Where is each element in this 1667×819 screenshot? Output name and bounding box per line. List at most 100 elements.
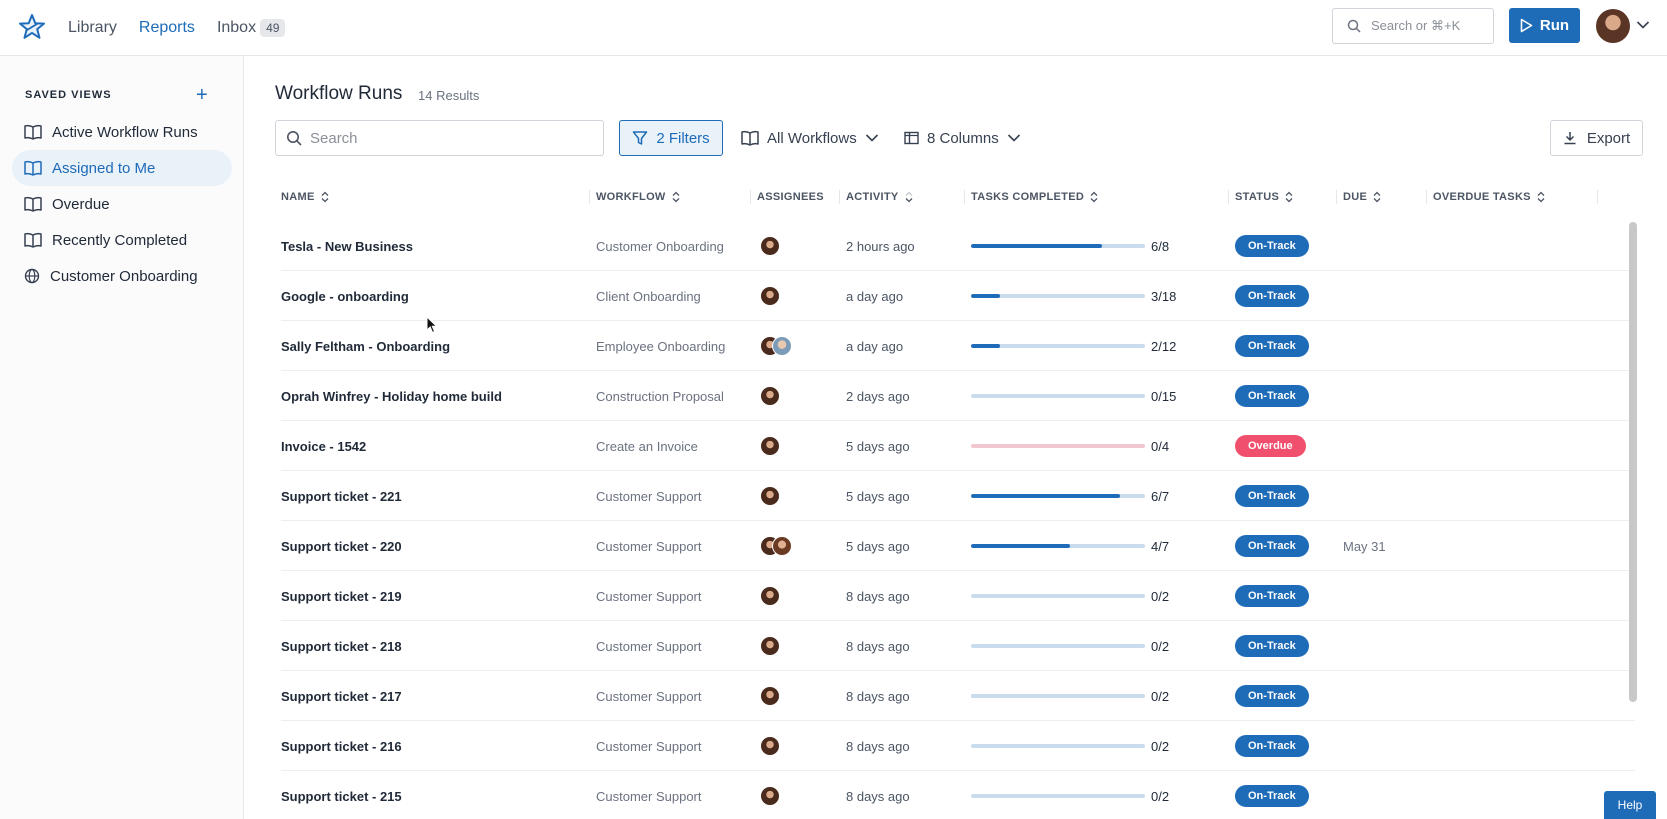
row-tasks-count: 0/2 xyxy=(1151,738,1170,754)
sidebar-item-recently-completed[interactable]: Recently Completed xyxy=(12,222,232,258)
row-progress xyxy=(971,571,1145,621)
table-row[interactable]: Support ticket - 221 Customer Support 5 da… xyxy=(281,471,1635,521)
search-input[interactable] xyxy=(310,129,590,147)
column-separator xyxy=(1336,190,1337,204)
row-assignees xyxy=(760,421,780,471)
filters-button[interactable]: 2 Filters xyxy=(619,120,723,156)
user-avatar[interactable] xyxy=(1596,9,1630,43)
add-view-icon[interactable]: + xyxy=(196,85,208,105)
row-assignees xyxy=(760,271,780,321)
row-tasks-count: 0/4 xyxy=(1151,438,1170,454)
search-field[interactable] xyxy=(275,120,604,156)
book-icon xyxy=(24,124,42,140)
global-search[interactable]: Search or ⌘+K xyxy=(1332,8,1494,44)
avatar xyxy=(760,486,780,506)
nav-inbox[interactable]: Inbox 49 xyxy=(217,19,286,37)
row-workflow: Client Onboarding xyxy=(596,288,701,304)
row-workflow: Customer Support xyxy=(596,488,702,504)
row-assignees xyxy=(760,671,780,721)
search-icon xyxy=(287,131,302,146)
avatar xyxy=(772,536,792,556)
row-progress xyxy=(971,471,1145,521)
avatar xyxy=(760,636,780,656)
row-status: On-Track xyxy=(1235,271,1309,321)
avatar xyxy=(760,586,780,606)
avatar xyxy=(760,736,780,756)
table-row[interactable]: Google - onboarding Client Onboarding a da… xyxy=(281,271,1635,321)
row-status: On-Track xyxy=(1235,671,1309,721)
book-icon xyxy=(24,160,42,176)
table-row[interactable]: Invoice - 1542 Create an Invoice 5 days ag… xyxy=(281,421,1635,471)
progress-track xyxy=(971,344,1145,348)
nav-reports[interactable]: Reports xyxy=(139,19,195,37)
table-body: Tesla - New Business Customer Onboarding 2… xyxy=(245,221,1635,819)
column-header-activity[interactable]: ACTIVITY xyxy=(846,186,913,208)
run-button[interactable]: Run xyxy=(1509,8,1580,43)
progress-track xyxy=(971,594,1145,598)
search-icon xyxy=(1347,19,1361,33)
table-row[interactable]: Support ticket - 220 Customer Support 5 da… xyxy=(281,521,1635,571)
row-workflow: Customer Support xyxy=(596,738,702,754)
book-icon xyxy=(24,232,42,248)
column-separator xyxy=(964,190,965,204)
column-header-tasks-completed[interactable]: TASKS COMPLETED xyxy=(971,186,1098,208)
sort-icon xyxy=(1090,191,1098,203)
row-progress xyxy=(971,321,1145,371)
table-row[interactable]: Sally Feltham - Onboarding Employee Onboa… xyxy=(281,321,1635,371)
star-logo-icon[interactable] xyxy=(18,13,46,41)
row-tasks-count: 6/7 xyxy=(1151,488,1170,504)
chevron-down-icon xyxy=(1007,134,1020,142)
status-badge: On-Track xyxy=(1235,585,1309,607)
progress-fill xyxy=(971,294,1000,298)
column-header-workflow[interactable]: WORKFLOW xyxy=(596,186,680,208)
row-name: Support ticket - 217 xyxy=(281,688,402,704)
chevron-down-icon[interactable] xyxy=(1636,20,1650,30)
column-header-assignees[interactable]: ASSIGNEES xyxy=(757,186,824,208)
workflows-dropdown-label: All Workflows xyxy=(767,129,857,147)
table-row[interactable]: Support ticket - 215 Customer Support 8 da… xyxy=(281,771,1635,819)
book-icon xyxy=(24,196,42,212)
row-status: On-Track xyxy=(1235,621,1309,671)
help-button[interactable]: Help xyxy=(1604,791,1656,819)
row-progress xyxy=(971,421,1145,471)
table-row[interactable]: Support ticket - 216 Customer Support 8 da… xyxy=(281,721,1635,771)
export-button[interactable]: Export xyxy=(1550,120,1643,156)
top-bar: Library Reports Inbox 49 Search or ⌘+K R… xyxy=(0,0,1667,56)
sort-icon xyxy=(1373,191,1381,203)
page-title: Workflow Runs xyxy=(275,83,403,104)
column-separator xyxy=(1228,190,1229,204)
row-status: On-Track xyxy=(1235,471,1309,521)
column-header-overdue-tasks[interactable]: OVERDUE TASKS xyxy=(1433,186,1545,208)
sidebar-item-label: Active Workflow Runs xyxy=(52,123,198,141)
nav-library[interactable]: Library xyxy=(68,19,117,37)
sidebar-item-overdue[interactable]: Overdue xyxy=(12,186,232,222)
sidebar-item-assigned-to-me[interactable]: Assigned to Me xyxy=(12,150,232,186)
sidebar-item-customer-onboarding[interactable]: Customer Onboarding xyxy=(12,258,232,294)
mouse-cursor-icon xyxy=(426,316,438,334)
table-row[interactable]: Support ticket - 219 Customer Support 8 da… xyxy=(281,571,1635,621)
status-badge: On-Track xyxy=(1235,735,1309,757)
column-header-label: DUE xyxy=(1343,191,1368,203)
status-badge: On-Track xyxy=(1235,685,1309,707)
progress-track xyxy=(971,294,1145,298)
workflows-dropdown[interactable]: All Workflows xyxy=(741,120,879,156)
saved-views-list: Active Workflow Runs Assigned to Me Over… xyxy=(12,114,232,294)
column-header-status[interactable]: STATUS xyxy=(1235,186,1293,208)
columns-dropdown[interactable]: 8 Columns xyxy=(904,120,1021,156)
inbox-count-badge: 49 xyxy=(260,19,286,37)
table-row[interactable]: Support ticket - 218 Customer Support 8 da… xyxy=(281,621,1635,671)
row-progress xyxy=(971,621,1145,671)
row-name: Tesla - New Business xyxy=(281,238,413,254)
row-workflow: Customer Support xyxy=(596,688,702,704)
table-row[interactable]: Oprah Winfrey - Holiday home build Constr… xyxy=(281,371,1635,421)
sidebar-item-active-workflow-runs[interactable]: Active Workflow Runs xyxy=(12,114,232,150)
column-header-name[interactable]: NAME xyxy=(281,186,329,208)
row-activity: 5 days ago xyxy=(846,438,910,454)
table-row[interactable]: Tesla - New Business Customer Onboarding 2… xyxy=(281,221,1635,271)
table-scrollbar[interactable] xyxy=(1629,222,1637,702)
progress-fill xyxy=(971,344,1000,348)
column-header-due[interactable]: DUE xyxy=(1343,186,1381,208)
avatar xyxy=(760,786,780,806)
row-name: Support ticket - 215 xyxy=(281,788,402,804)
table-row[interactable]: Support ticket - 217 Customer Support 8 da… xyxy=(281,671,1635,721)
